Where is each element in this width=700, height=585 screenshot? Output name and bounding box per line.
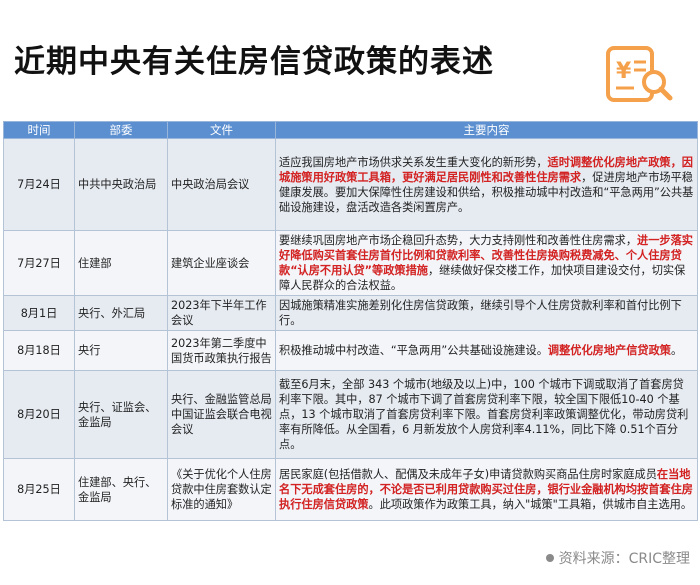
table-row: 7月27日 住建部 建筑企业座谈会 要继续巩固房地产市场企稳回升态势，大力支持刚性和改… — [3, 230, 698, 296]
table-row: 8月1日 央行、外汇局 2023年下半年工作会议 因城施策精准实施差别化住房信贷政策，… — [3, 295, 698, 331]
row-date: 8月20日 — [3, 370, 75, 459]
row-content: 因城施策精准实施差别化住房信贷政策，继续引导个人住房贷款利率和首付比例下行。 — [275, 295, 698, 331]
row-doc: 建筑企业座谈会 — [167, 230, 276, 296]
row-doc: 央行、金融监管总局中国证监会联合电视会议 — [167, 370, 276, 459]
row-date: 8月1日 — [3, 295, 75, 331]
header-date: 时间 — [3, 121, 75, 139]
table-row: 7月24日 中共中央政治局 中央政治局会议 适应我国房地产市场供求关系发生重大变化的新… — [3, 138, 698, 231]
row-content: 居民家庭(包括借款人、配偶及未成年子女)申请贷款购买商品住房时家庭成员在当地名下… — [275, 458, 698, 521]
source-note: 资料来源：CRIC整理 — [545, 548, 690, 568]
content-text: 截至6月末，全部 343 个城市(地级及以上)中，100 个城市下调或取消了首套… — [279, 378, 689, 451]
row-doc: 2023年第二季度中国货币政策执行报告 — [167, 330, 276, 371]
row-date: 8月25日 — [3, 458, 75, 521]
row-content: 截至6月末，全部 343 个城市(地级及以上)中，100 个城市下调或取消了首套… — [275, 370, 698, 459]
table-header-row: 时间 部委 文件 主要内容 — [3, 121, 698, 139]
header-org: 部委 — [74, 121, 168, 139]
row-org: 央行、外汇局 — [74, 295, 168, 331]
row-org: 住建部、央行、金监局 — [74, 458, 168, 521]
content-text: 要继续巩固房地产市场企稳回升态势，大力支持刚性和改善性住房需求， — [279, 234, 638, 247]
svg-text:¥: ¥ — [616, 59, 632, 84]
row-doc: 2023年下半年工作会议 — [167, 295, 276, 331]
content-text: 。此项政策作为政策工具，纳入"城策"工具箱，供城市自主选用。 — [368, 498, 693, 511]
content-text: 。 — [670, 344, 683, 357]
table-row: 8月20日 央行、证监会、金监局 央行、金融监管总局中国证监会联合电视会议 截至6月末… — [3, 370, 698, 459]
bullet-dot-icon — [545, 554, 554, 562]
row-org: 住建部 — [74, 230, 168, 296]
page-title: 近期中央有关住房信贷政策的表述 — [14, 44, 494, 80]
content-text: 居民家庭(包括借款人、配偶及未成年子女)申请贷款购买商品住房时家庭成员 — [279, 468, 657, 481]
content-text: 适应我国房地产市场供求关系发生重大变化的新形势， — [279, 155, 548, 169]
table-row: 8月18日 央行 2023年第二季度中国货币政策执行报告 积极推动城中村改造、“平急两… — [3, 330, 698, 371]
yuan-document-search-icon: ¥ — [606, 46, 673, 102]
row-content: 要继续巩固房地产市场企稳回升态势，大力支持刚性和改善性住房需求，进一步落实好降低… — [275, 230, 698, 296]
row-org: 中共中央政治局 — [74, 138, 168, 231]
row-date: 7月27日 — [3, 230, 75, 296]
row-org: 央行 — [74, 330, 168, 371]
table-row: 8月25日 住建部、央行、金监局 《关于优化个人住房贷款中住房套数认定标准的通知》居… — [3, 458, 698, 521]
content-text: 因城施策精准实施差别化住房信贷政策，继续引导个人住房贷款利率和首付比例下行。 — [279, 299, 682, 327]
row-doc: 《关于优化个人住房贷款中住房套数认定标准的通知》 — [167, 458, 276, 521]
header-content: 主要内容 — [275, 121, 698, 139]
header-doc: 文件 — [167, 121, 276, 139]
row-date: 8月18日 — [3, 330, 75, 371]
highlighted-text: 调整优化房地产信贷政策 — [547, 344, 671, 357]
row-doc: 中央政治局会议 — [167, 138, 276, 231]
content-text: 积极推动城中村改造、“平急两用”公共基础设施建设。 — [279, 344, 548, 357]
row-org: 央行、证监会、金监局 — [74, 370, 168, 459]
row-content: 积极推动城中村改造、“平急两用”公共基础设施建设。调整优化房地产信贷政策。 — [275, 330, 698, 371]
policy-table: 时间 部委 文件 主要内容 7月24日 中共中央政治局 中央政治局会议 适应我国房地产… — [3, 121, 698, 521]
row-content: 适应我国房地产市场供求关系发生重大变化的新形势，适时调整优化房地产政策，因城施策… — [275, 138, 698, 231]
source-text: 资料来源：CRIC整理 — [558, 551, 690, 567]
row-date: 7月24日 — [3, 138, 75, 231]
